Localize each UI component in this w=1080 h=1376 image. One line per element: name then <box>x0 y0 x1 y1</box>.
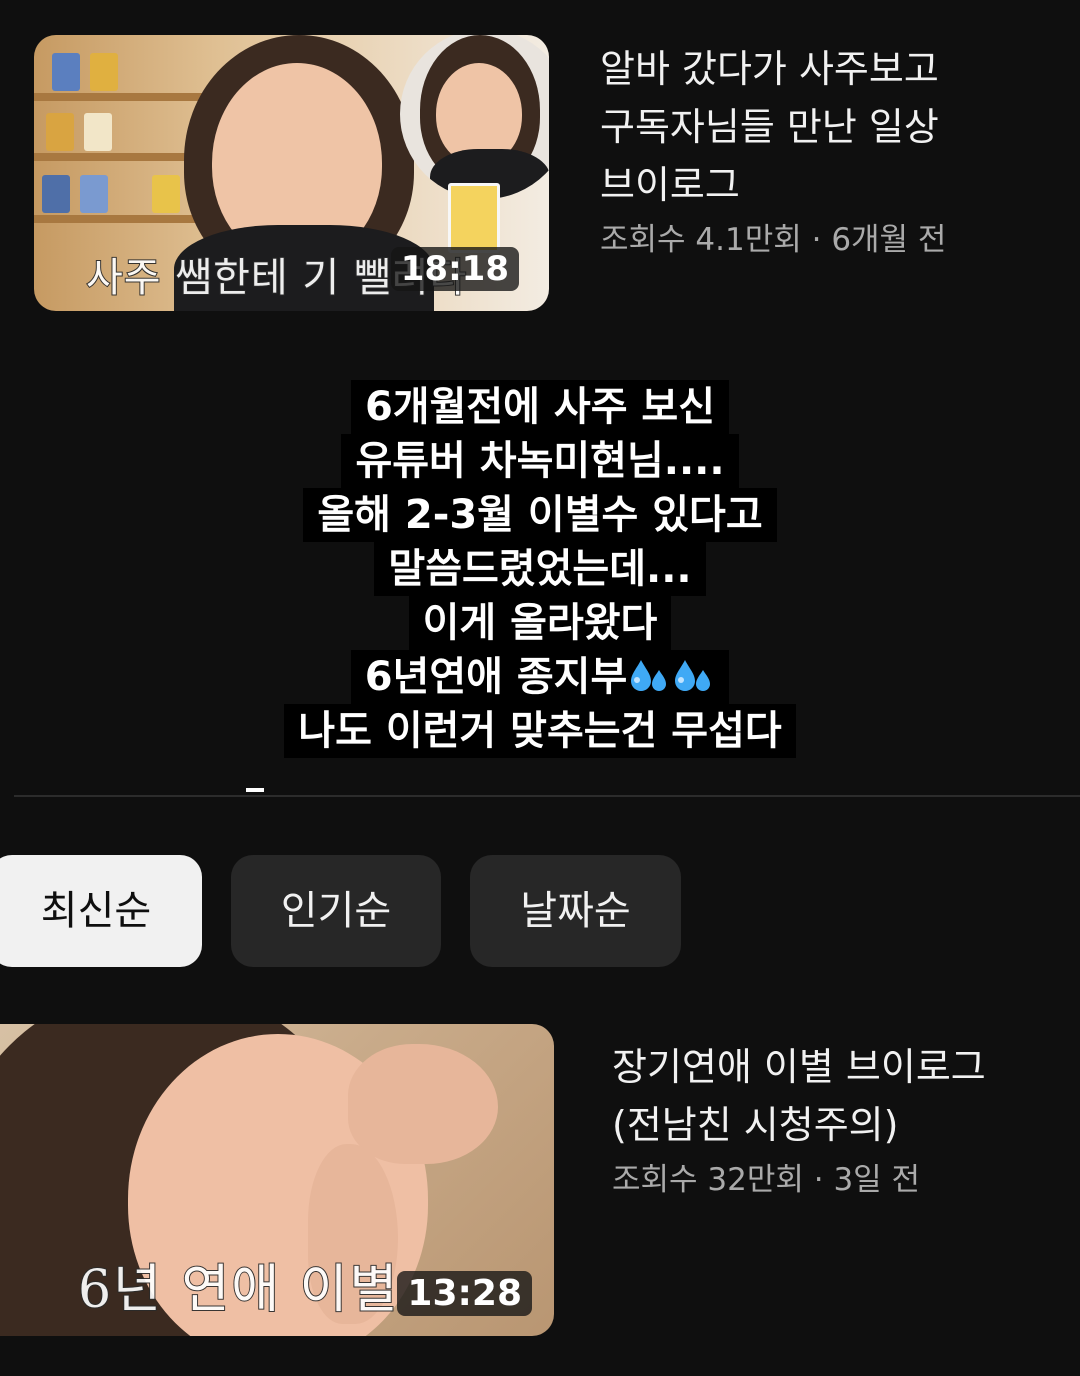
video-title[interactable]: 알바 갔다가 사주보고 구독자님들 만난 일상 브이로그 <box>600 40 1040 214</box>
story-text-line: 올해 2-3월 이별수 있다고 <box>303 488 777 542</box>
video-meta[interactable]: 장기연애 이별 브이로그 (전남친 시청주의) 조회수 32만회 · 3일 전 <box>612 1038 1072 1200</box>
story-text-line: 나도 이런거 맞추는건 무섭다 <box>284 704 796 758</box>
video-card[interactable]: 6년 연애 이별 13:28 장기연애 이별 브이로그 (전남친 시청주의) 조… <box>0 1010 1080 1350</box>
text-cursor <box>246 788 264 792</box>
story-text-line-with-emoji: 6년연애 종지부 <box>350 650 730 704</box>
video-thumbnail[interactable]: 사주 쌤한테 기 뺄려다 18:18 <box>34 35 549 311</box>
sweat-droplets-icon <box>631 660 667 691</box>
tarot-card-decoration <box>84 113 112 151</box>
video-stats: 조회수 4.1만회 · 6개월 전 <box>600 222 947 258</box>
tarot-card-decoration <box>52 53 80 91</box>
tarot-card-decoration <box>46 113 74 151</box>
duration-badge: 13:28 <box>397 1271 532 1316</box>
video-thumbnail[interactable]: 6년 연애 이별 13:28 <box>0 1024 554 1336</box>
story-text-overlay: 6개월전에 사주 보신 유튜버 차녹미현님.... 올해 2-3월 이별수 있다… <box>0 380 1080 758</box>
sort-chip-popular[interactable]: 인기순 <box>231 855 441 967</box>
thumbnail-caption: 6년 연애 이별 <box>77 1259 400 1321</box>
sort-chip-latest[interactable]: 최신순 <box>0 855 202 967</box>
video-card[interactable]: 사주 쌤한테 기 뺄려다 18:18 알바 갔다가 사주보고 구독자님들 만난 … <box>0 0 1080 330</box>
story-text-line: 유튜버 차녹미현님.... <box>341 434 739 488</box>
video-meta[interactable]: 알바 갔다가 사주보고 구독자님들 만난 일상 브이로그 조회수 4.1만회 ·… <box>600 40 1040 260</box>
video-title[interactable]: 장기연애 이별 브이로그 (전남친 시청주의) <box>612 1038 1072 1154</box>
video-title-line: 브이로그 <box>600 163 740 207</box>
story-text-line: 6개월전에 사주 보신 <box>350 380 730 434</box>
tarot-card-decoration <box>42 175 70 213</box>
sweat-droplets-icon <box>675 660 711 691</box>
duration-badge: 18:18 <box>390 247 519 291</box>
hand-decoration <box>348 1044 498 1164</box>
video-title-line: 알바 갔다가 사주보고 <box>600 47 939 91</box>
divider <box>14 795 1080 797</box>
video-stats: 조회수 32만회 · 3일 전 <box>612 1162 921 1198</box>
shelf-decoration <box>34 93 224 101</box>
video-title-line: 구독자님들 만난 일상 <box>600 105 939 149</box>
tarot-card-decoration <box>448 183 500 253</box>
tarot-card-decoration <box>80 175 108 213</box>
story-text-line: 이게 올라왔다 <box>408 596 672 650</box>
tarot-card-decoration <box>152 175 180 213</box>
sort-chip-date[interactable]: 날짜순 <box>470 855 681 967</box>
story-text-line: 말씀드렸었는데... <box>374 542 706 596</box>
video-title-line: 장기연애 이별 브이로그 <box>612 1045 986 1089</box>
story-text-line: 6년연애 종지부 <box>364 654 628 700</box>
tarot-card-decoration <box>90 53 118 91</box>
video-title-line: (전남친 시청주의) <box>612 1103 899 1147</box>
